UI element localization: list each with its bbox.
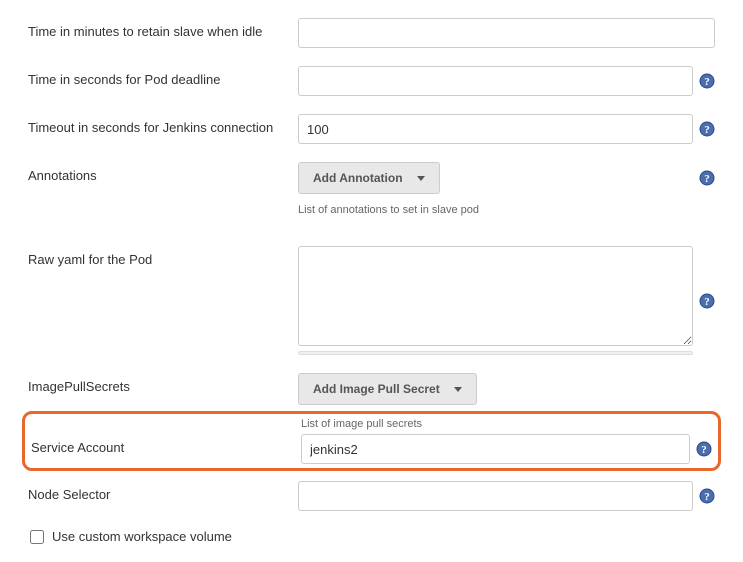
add-image-pull-secret-button[interactable]: Add Image Pull Secret (298, 373, 477, 405)
help-icon[interactable]: ? (699, 170, 715, 186)
svg-text:?: ? (704, 173, 710, 185)
custom-workspace-label[interactable]: Use custom workspace volume (52, 529, 232, 544)
retain-idle-label: Time in minutes to retain slave when idl… (28, 18, 298, 39)
svg-text:?: ? (704, 491, 710, 503)
node-selector-label: Node Selector (28, 481, 298, 502)
svg-text:?: ? (701, 444, 707, 456)
pod-deadline-label: Time in seconds for Pod deadline (28, 66, 298, 87)
raw-yaml-label: Raw yaml for the Pod (28, 246, 298, 267)
retain-idle-row: Time in minutes to retain slave when idl… (28, 18, 715, 48)
service-account-label: Service Account (31, 434, 301, 455)
annotations-hint-row: List of annotations to set in slave pod (28, 200, 715, 228)
retain-idle-input[interactable] (298, 18, 715, 48)
raw-yaml-textarea[interactable] (298, 246, 693, 346)
caret-down-icon (454, 387, 462, 392)
textarea-resize-bar[interactable] (298, 351, 693, 355)
annotations-label: Annotations (28, 162, 298, 183)
caret-down-icon (417, 176, 425, 181)
service-account-input[interactable] (301, 434, 690, 464)
image-pull-secrets-row: ImagePullSecrets Add Image Pull Secret (28, 373, 715, 405)
help-icon[interactable]: ? (699, 293, 715, 309)
help-icon[interactable]: ? (696, 441, 712, 457)
annotations-row: Annotations Add Annotation ? (28, 162, 715, 194)
add-annotation-button-label: Add Annotation (313, 171, 403, 185)
help-icon[interactable]: ? (699, 488, 715, 504)
image-pull-secrets-label: ImagePullSecrets (28, 373, 298, 394)
image-pull-secrets-hint: List of image pull secrets (301, 418, 714, 430)
jenkins-timeout-input[interactable] (298, 114, 693, 144)
service-account-highlight: List of image pull secrets Service Accou… (22, 411, 721, 471)
annotations-hint: List of annotations to set in slave pod (298, 204, 715, 216)
custom-workspace-checkbox[interactable] (30, 530, 44, 544)
custom-workspace-row: Use custom workspace volume (28, 529, 715, 544)
pod-deadline-row: Time in seconds for Pod deadline ? (28, 66, 715, 96)
jenkins-timeout-label: Timeout in seconds for Jenkins connectio… (28, 114, 298, 135)
service-account-row: Service Account ? (29, 434, 714, 464)
node-selector-input[interactable] (298, 481, 693, 511)
add-image-pull-secret-button-label: Add Image Pull Secret (313, 382, 440, 396)
help-icon[interactable]: ? (699, 121, 715, 137)
node-selector-row: Node Selector ? (28, 481, 715, 511)
help-icon[interactable]: ? (699, 73, 715, 89)
raw-yaml-row: Raw yaml for the Pod ? (28, 246, 715, 355)
svg-text:?: ? (704, 296, 710, 308)
jenkins-timeout-row: Timeout in seconds for Jenkins connectio… (28, 114, 715, 144)
pod-deadline-input[interactable] (298, 66, 693, 96)
svg-text:?: ? (704, 124, 710, 136)
add-annotation-button[interactable]: Add Annotation (298, 162, 440, 194)
svg-text:?: ? (704, 76, 710, 88)
